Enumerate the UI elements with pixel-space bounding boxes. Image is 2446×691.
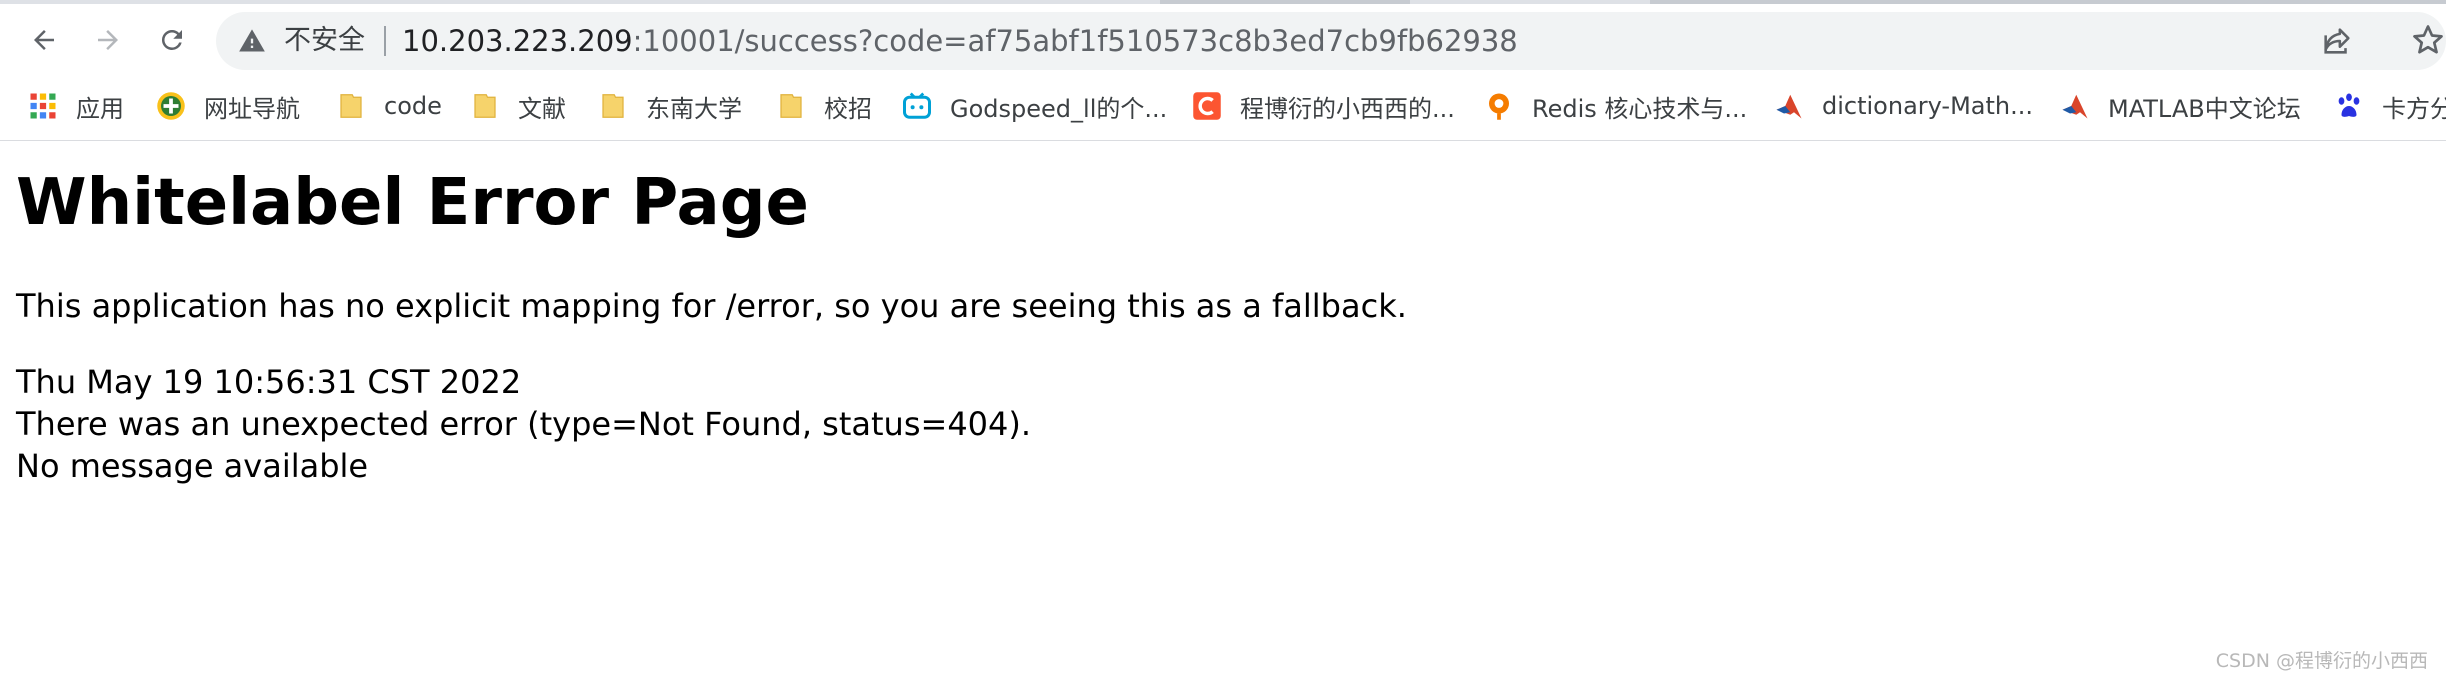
bookmark-folder-campus-hiring[interactable]: 校招 [776,84,872,128]
geektime-icon [1489,93,1509,120]
browser-toolbar: 不安全 10.203.223.209:10001/success?code=af… [0,0,2446,141]
bookmark-csdn[interactable]: 程博衍的小西西的... [1192,84,1455,128]
bookmark-label: MATLAB中文论坛 [2108,94,2301,123]
bookmark-label: 卡方分 [2382,94,2446,123]
url-text[interactable]: 10.203.223.209:10001/success?code=af75ab… [402,23,1518,59]
bookmark-label: Redis 核心技术与... [1532,94,1748,123]
apps-grid-icon [30,93,56,119]
forward-button[interactable] [84,16,132,64]
bookmark-label: 网址导航 [204,94,300,123]
bookmark-label: 程博衍的小西西的... [1240,94,1455,123]
share-icon[interactable] [2320,24,2354,58]
tab-strip-tab-edge [1650,0,2446,4]
bookmark-apps[interactable]: 应用 [28,84,124,128]
error-timestamp: Thu May 19 10:56:31 CST 2022 [16,363,522,401]
nav-site-icon [157,92,185,120]
url-host: 10.203.223.209 [402,24,633,58]
bookmark-label: Godspeed_ll的个... [950,94,1168,123]
bookmark-label: 应用 [76,94,124,123]
bookmark-matlab-forum[interactable]: MATLAB中文论坛 [2060,84,2301,128]
watermark: CSDN @程博衍的小西西 [2215,650,2428,672]
matlab-icon [1776,94,1802,119]
page-title: Whitelabel Error Page [16,166,809,240]
bookmark-folder-papers[interactable]: 文献 [470,84,566,128]
back-button[interactable] [20,16,68,64]
not-secure-label[interactable]: 不安全 [284,24,365,58]
folder-icon [474,94,496,118]
bookmarks-bar: 应用 网址导航 code 文献 东南大学 校招 Godspeed_ll的个... [0,84,2446,128]
error-message: No message available [16,447,369,485]
error-description: This application has no explicit mapping… [16,287,1407,325]
bookmark-label: 文献 [518,94,566,123]
bookmark-label: dictionary-Math... [1822,92,2034,120]
folder-icon [780,94,802,118]
bookmark-folder-seu[interactable]: 东南大学 [598,84,742,128]
url-path: :10001/success?code=af75abf1f510573c8b3e… [632,24,1518,58]
bookmark-star-icon[interactable] [2410,22,2446,58]
reload-button[interactable] [148,16,196,64]
tab-strip-edge [0,0,2446,4]
bookmark-chi-square[interactable]: 卡方分 [2334,84,2446,128]
bookmark-bilibili[interactable]: Godspeed_ll的个... [902,84,1167,128]
arrow-left-icon [34,30,54,50]
csdn-icon [1193,92,1221,120]
bookmark-dictionary-math[interactable]: dictionary-Math... [1774,84,2033,128]
bookmark-label: 校招 [824,94,872,123]
error-detail: There was an unexpected error (type=Not … [16,405,1032,443]
tab-strip-tab-edge [1160,0,1410,4]
address-bar[interactable]: 不安全 10.203.223.209:10001/success?code=af… [216,12,2446,70]
bookmark-folder-code[interactable]: code [336,84,442,128]
arrow-right-icon [98,30,118,50]
folder-icon [340,94,362,118]
baidu-paw-icon [2338,93,2360,117]
bookmark-label: 东南大学 [646,94,742,123]
reload-icon [161,29,182,50]
omnibox-divider [384,26,386,56]
bookmark-nav-site[interactable]: 网址导航 [156,84,300,128]
folder-icon [602,94,624,118]
bookmark-label: code [384,92,442,120]
bookmark-geektime[interactable]: Redis 核心技术与... [1484,84,1747,128]
matlab-icon [2062,94,2088,119]
bilibili-icon [903,92,931,119]
warning-triangle-icon[interactable] [238,27,266,55]
